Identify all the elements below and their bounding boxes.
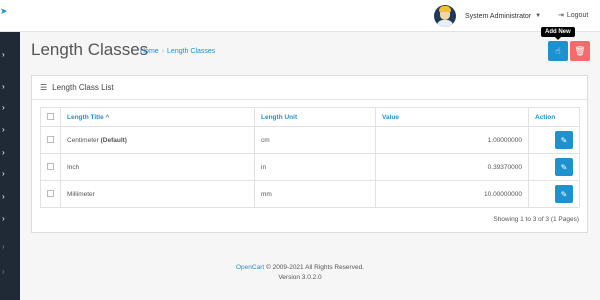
sign-out-icon: ⇥ [558, 12, 564, 19]
value-cell: 10.00000000 [375, 180, 529, 208]
row-checkbox[interactable] [47, 189, 54, 197]
action-cell: ✎ [528, 126, 580, 154]
action-cell: ✎ [528, 153, 580, 181]
sidebar-item-8[interactable]: › [0, 209, 20, 229]
edit-button[interactable]: ✎ [555, 185, 573, 203]
pencil-icon: ✎ [560, 135, 568, 145]
chevron-right-icon: › [2, 103, 5, 112]
sidebar-item-7[interactable]: › [0, 187, 20, 207]
sort-ascending-icon: ^ [105, 113, 110, 121]
user-name: System Administrator [465, 12, 532, 20]
length-class-panel: ☰ Length Class List Length Title ^ Lengt… [31, 75, 588, 233]
breadcrumb-home[interactable]: Home [140, 48, 159, 55]
column-value[interactable]: Value [375, 107, 529, 127]
footer-version: Version 3.0.2.0 [278, 274, 322, 281]
pencil-icon: ✎ [560, 189, 568, 199]
pencil-icon: ✎ [560, 162, 568, 172]
caret-down-icon: ▼ [535, 13, 542, 19]
pagination-info: Showing 1 to 3 of 3 (1 Pages) [493, 216, 579, 223]
action-cell: ✎ [528, 180, 580, 208]
add-new-button[interactable]: ☝ [548, 41, 568, 61]
panel-title: Length Class List [52, 83, 114, 92]
edit-button[interactable]: ✎ [555, 158, 573, 176]
chevron-right-icon: › [2, 125, 5, 134]
chevron-right-icon: › [2, 50, 5, 59]
row-checkbox[interactable] [47, 135, 54, 143]
sidebar: › › › › › › › › › › [0, 32, 20, 300]
length-title-cell: Centimeter (Default) [60, 126, 255, 154]
table-row: Centimeter (Default) cm 1.00000000 ✎ [40, 126, 580, 154]
sidebar-item-9[interactable]: › [0, 237, 20, 257]
panel-heading: ☰ Length Class List [32, 76, 587, 100]
chevron-right-icon: › [2, 82, 5, 91]
avatar [434, 5, 456, 27]
length-title-cell: Inch [60, 153, 255, 181]
chevron-right-icon: › [2, 192, 5, 201]
trash-icon: 🗑 [574, 45, 586, 56]
select-all-checkbox[interactable] [47, 112, 54, 120]
add-new-tooltip: Add New [541, 27, 575, 40]
select-all-cell [40, 107, 61, 127]
sidebar-item-2[interactable]: › [0, 77, 20, 97]
logout-link[interactable]: ⇥ Logout [558, 11, 589, 20]
sidebar-item-4[interactable]: › [0, 120, 20, 140]
row-checkbox[interactable] [47, 162, 54, 170]
breadcrumb-separator: › [161, 48, 165, 55]
sidebar-item-5[interactable]: › [0, 143, 20, 163]
sidebar-item-1[interactable]: › [0, 45, 20, 65]
breadcrumb-current[interactable]: Length Classes [167, 48, 215, 55]
chevron-right-icon: › [2, 242, 5, 251]
logo-fragment: ➤ [0, 6, 8, 16]
sidebar-item-3[interactable]: › [0, 98, 20, 118]
table-header-row: Length Title ^ Length Unit Value Action [40, 107, 580, 127]
page-title: Length Classes [31, 40, 149, 59]
column-action: Action [528, 107, 580, 127]
length-unit-cell: cm [254, 126, 376, 154]
column-title[interactable]: Length Title ^ [60, 107, 255, 127]
length-class-table: Length Title ^ Length Unit Value Action … [40, 107, 580, 208]
length-unit-cell: mm [254, 180, 376, 208]
length-unit-cell: in [254, 153, 376, 181]
column-unit[interactable]: Length Unit [254, 107, 376, 127]
footer-copyright: OpenCart © 2009-2021 All Rights Reserved… [0, 264, 600, 271]
logout-label: Logout [566, 11, 589, 19]
value-cell: 1.00000000 [375, 126, 529, 154]
value-cell: 0.39370000 [375, 153, 529, 181]
default-tag: (Default) [100, 136, 127, 144]
row-select-cell [40, 180, 61, 208]
footer-brand-link[interactable]: OpenCart [236, 264, 264, 271]
footer-copyright-text: © 2009-2021 All Rights Reserved. [265, 264, 364, 271]
delete-button[interactable]: 🗑 [570, 41, 590, 61]
list-icon: ☰ [40, 83, 48, 92]
sidebar-item-6[interactable]: › [0, 164, 20, 184]
breadcrumb: Home › Length Classes [140, 48, 215, 55]
length-title-cell: Millimeter [60, 180, 255, 208]
chevron-right-icon: › [2, 169, 5, 178]
row-select-cell [40, 126, 61, 154]
pointer-hand-icon: ☝ [555, 45, 561, 56]
table-row: Inch in 0.39370000 ✎ [40, 153, 580, 181]
top-header: ➤ System Administrator ▼ ⇥ Logout [0, 0, 600, 32]
chevron-right-icon: › [2, 214, 5, 223]
row-select-cell [40, 153, 61, 181]
edit-button[interactable]: ✎ [555, 131, 573, 149]
table-row: Millimeter mm 10.00000000 ✎ [40, 180, 580, 208]
chevron-right-icon: › [2, 148, 5, 157]
user-menu[interactable]: System Administrator ▼ [434, 5, 541, 27]
